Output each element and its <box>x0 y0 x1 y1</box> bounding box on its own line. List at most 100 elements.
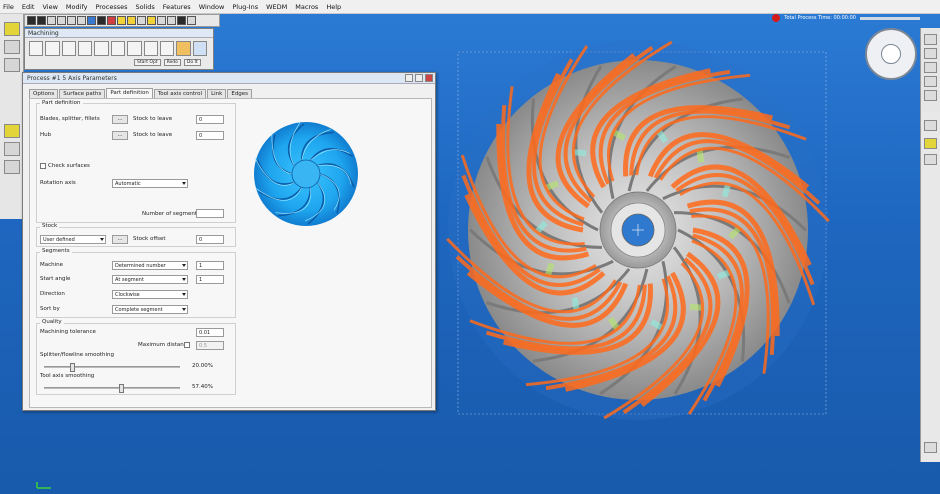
minimize-icon[interactable] <box>415 74 423 82</box>
machine-select[interactable]: Determined number <box>112 261 188 270</box>
view-icon[interactable] <box>924 120 937 131</box>
toolbar-icon[interactable] <box>177 16 186 25</box>
hub-stock-input[interactable]: 0 <box>196 131 224 140</box>
blades-stock-label: Stock to leave <box>133 116 173 122</box>
view-icon[interactable] <box>924 62 937 73</box>
select-hub-button[interactable]: ... <box>112 131 128 140</box>
machining-icon[interactable] <box>176 41 191 56</box>
menu-item-modify[interactable]: Modify <box>66 3 88 11</box>
segments-count-input[interactable] <box>196 209 224 218</box>
view-icon[interactable] <box>924 48 937 59</box>
menu-item-plugins[interactable]: Plug-Ins <box>232 3 258 11</box>
help-icon[interactable] <box>405 74 413 82</box>
machining-icon[interactable] <box>159 41 175 56</box>
stock-offset-input[interactable]: 0 <box>196 235 224 244</box>
machining-icon[interactable] <box>61 41 77 56</box>
tab-surface-paths[interactable]: Surface paths <box>59 89 106 98</box>
machining-icon[interactable] <box>45 41 60 56</box>
menu-item-macros[interactable]: Macros <box>295 3 318 11</box>
tool-axis-smoothing-slider[interactable] <box>44 384 180 393</box>
blades-stock-input[interactable]: 0 <box>196 115 224 124</box>
direction-select[interactable]: Clockwise <box>112 290 188 299</box>
toolbar-icon[interactable] <box>77 16 86 25</box>
toolbar-icon[interactable] <box>137 16 146 25</box>
view-icon[interactable] <box>924 76 937 87</box>
direction-label: Direction <box>40 291 65 297</box>
tab-options[interactable]: Options <box>29 89 59 98</box>
view-icon[interactable] <box>924 138 937 149</box>
splitter-smoothing-slider[interactable] <box>44 363 180 372</box>
toolbar-icon[interactable] <box>27 16 36 25</box>
tool-icon[interactable] <box>4 40 20 54</box>
toolbar-icon[interactable] <box>87 16 96 25</box>
menu-item-solids[interactable]: Solids <box>136 3 155 11</box>
select-blades-button[interactable]: ... <box>112 115 128 124</box>
toolbar-icon[interactable] <box>157 16 166 25</box>
stock-type-select[interactable]: User defined <box>40 235 106 244</box>
view-icon[interactable] <box>924 90 937 101</box>
toolbar-icon[interactable] <box>57 16 66 25</box>
toolbar-icon[interactable] <box>127 16 136 25</box>
right-toolbar-2 <box>920 112 940 462</box>
toolbar-icon[interactable] <box>37 16 46 25</box>
tool-icon[interactable] <box>4 142 20 156</box>
sort-by-label: Sort by <box>40 306 60 312</box>
menu-item-view[interactable]: View <box>42 3 57 11</box>
stock-offset-label: Stock offset <box>133 236 166 242</box>
view-icon[interactable] <box>924 154 937 165</box>
menu-item-wedm[interactable]: WEDM <box>266 3 287 11</box>
tool-icon[interactable] <box>4 22 20 36</box>
slider-thumb[interactable] <box>119 384 125 393</box>
view-icon[interactable] <box>924 442 937 453</box>
machining-icon[interactable] <box>143 41 158 56</box>
view-icon[interactable] <box>924 34 937 45</box>
menu-item-features[interactable]: Features <box>163 3 191 11</box>
start-angle-input[interactable]: 1 <box>196 275 224 284</box>
machining-icon[interactable] <box>94 41 109 56</box>
select-stock-button[interactable]: ... <box>112 235 128 244</box>
tab-edges[interactable]: Edges <box>227 89 253 98</box>
tool-icon[interactable] <box>4 58 20 72</box>
toolbar-icon[interactable] <box>167 16 176 25</box>
toolbar-icon[interactable] <box>47 16 56 25</box>
menu-item-processes[interactable]: Processes <box>95 3 127 11</box>
toolbar-icon[interactable] <box>67 16 76 25</box>
max-distance-input[interactable]: 0.5 <box>196 341 224 350</box>
machining-icon[interactable] <box>192 41 207 56</box>
stop-icon[interactable] <box>772 14 781 22</box>
toolbar-icon[interactable] <box>187 16 196 25</box>
max-distance-checkbox[interactable] <box>184 342 190 348</box>
toolbar-icon[interactable] <box>107 16 116 25</box>
machining-icon[interactable] <box>127 41 142 56</box>
view-compass[interactable] <box>865 28 917 80</box>
tab-part-definition[interactable]: Part definition <box>106 88 153 98</box>
machining-icon[interactable] <box>110 41 126 56</box>
toolbar-icon[interactable] <box>117 16 126 25</box>
machined-region <box>649 319 666 332</box>
machining-icon[interactable] <box>78 41 93 56</box>
tab-tool-axis-control[interactable]: Tool axis control <box>153 89 207 98</box>
tool-icon[interactable] <box>4 160 20 174</box>
menu-item-file[interactable]: File <box>3 3 14 11</box>
check-surfaces-checkbox[interactable] <box>40 163 46 169</box>
toolbar-icon[interactable] <box>147 16 156 25</box>
toolbar-icon[interactable] <box>97 16 106 25</box>
start-opt-button[interactable]: Start Opt <box>134 59 161 66</box>
process-status: Total Process Time: 00:00:00 <box>772 14 920 22</box>
start-angle-select[interactable]: At segment <box>112 275 188 284</box>
machining-icon[interactable] <box>29 41 44 56</box>
slider-thumb[interactable] <box>70 363 76 372</box>
do-it-button[interactable]: Do It <box>183 59 201 66</box>
menu-item-edit[interactable]: Edit <box>22 3 35 11</box>
redo-button[interactable]: Redo <box>163 59 181 66</box>
close-icon[interactable] <box>425 74 433 82</box>
tab-link[interactable]: Link <box>207 89 227 98</box>
rotation-axis-select[interactable]: Automatic <box>112 179 188 188</box>
machine-count-input[interactable]: 1 <box>196 261 224 270</box>
part-definition-label: Part definition <box>40 100 83 106</box>
menu-item-help[interactable]: Help <box>326 3 341 11</box>
menu-item-window[interactable]: Window <box>199 3 225 11</box>
tool-icon[interactable] <box>4 124 20 138</box>
tolerance-input[interactable]: 0.01 <box>196 328 224 337</box>
sort-by-select[interactable]: Complete segment <box>112 305 188 314</box>
